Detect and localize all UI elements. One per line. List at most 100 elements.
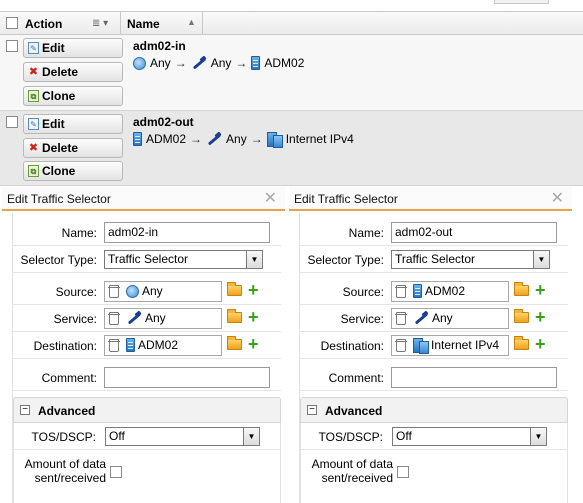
top-toolbar-strip [0, 0, 583, 10]
amount-label: Amount of data sent/received [312, 457, 393, 485]
source-value: Any [126, 284, 163, 298]
chevron-down-icon[interactable]: ▼ [533, 251, 549, 268]
table-row[interactable]: ✎ Edit ✖ Delete ⧉ Clone adm02-in Any → Any … [0, 35, 583, 111]
plus-icon[interactable]: + [535, 307, 546, 327]
advanced-section-header[interactable]: − Advanced [300, 397, 568, 423]
destination-field[interactable]: Internet IPv4 [391, 335, 509, 356]
advanced-section-body: TOS/DSCP: Off ▼ Amount of data sent/rece… [300, 423, 568, 503]
folder-icon[interactable] [514, 282, 529, 296]
dialog-title-bar[interactable]: Edit Traffic Selector ✕ [289, 187, 572, 211]
amount-label-line1: Amount of data [24, 457, 106, 471]
service-icon [126, 311, 142, 325]
tos-select[interactable]: Off ▼ [392, 427, 547, 446]
table-row[interactable]: ✎ Edit ✖ Delete ⧉ Clone adm02-out ADM02 → A… [0, 111, 583, 186]
folder-icon[interactable] [227, 336, 242, 350]
edit-icon: ✎ [28, 118, 39, 130]
source-value-text: Any [142, 284, 163, 298]
tos-select[interactable]: Off ▼ [105, 427, 260, 446]
selector-type-row: Selector Type: Traffic Selector ▼ [300, 246, 568, 273]
chevron-down-icon[interactable]: ▼ [243, 428, 259, 445]
select-all-checkbox[interactable] [6, 17, 18, 29]
delete-button-label: Delete [42, 65, 79, 79]
service-field[interactable]: Any [391, 308, 509, 329]
server-icon [251, 56, 261, 70]
trash-icon[interactable] [395, 285, 407, 298]
destination-value: ADM02 [126, 338, 178, 352]
destination-value-text: Internet IPv4 [431, 338, 500, 352]
plus-icon[interactable]: + [248, 280, 259, 300]
plus-icon[interactable]: + [535, 334, 546, 354]
folder-icon[interactable] [514, 336, 529, 350]
source-row: Source: Any + [13, 278, 281, 305]
selector-type-select[interactable]: Traffic Selector ▼ [391, 250, 550, 269]
plus-icon[interactable]: + [248, 307, 259, 327]
collapse-icon[interactable]: − [20, 405, 30, 415]
tos-row: TOS/DSCP: Off ▼ [301, 423, 567, 450]
amount-checkbox[interactable] [110, 466, 122, 478]
delete-icon: ✖ [28, 142, 39, 154]
folder-icon[interactable] [227, 309, 242, 323]
service-label: Service: [53, 312, 97, 326]
destination-field[interactable]: ADM02 [104, 335, 222, 356]
delete-button[interactable]: ✖ Delete [23, 138, 123, 158]
clone-button-label: Clone [42, 89, 76, 103]
trash-icon[interactable] [108, 312, 120, 325]
folder-icon[interactable] [227, 282, 242, 296]
plus-icon[interactable]: + [248, 334, 259, 354]
advanced-section-header[interactable]: − Advanced [13, 397, 281, 423]
name-label: Name: [348, 226, 384, 240]
clone-icon: ⧉ [28, 165, 39, 177]
flow-arrow: → [190, 132, 203, 146]
name-field[interactable]: adm02-out [391, 222, 557, 243]
dialog-title-bar[interactable]: Edit Traffic Selector ✕ [2, 187, 285, 211]
column-menu-icon[interactable]: ≣ ▾ [92, 18, 114, 30]
trash-icon[interactable] [108, 339, 120, 352]
source-value: ADM02 [413, 284, 465, 298]
toolbar-button-stub[interactable] [494, 0, 549, 4]
dialog-body: Name: adm02-in Selector Type: Traffic Se… [12, 213, 281, 503]
trash-icon[interactable] [108, 285, 120, 298]
edit-button[interactable]: ✎ Edit [23, 114, 123, 134]
trash-icon[interactable] [395, 339, 407, 352]
row-checkbox[interactable] [6, 116, 18, 128]
column-divider [120, 12, 121, 35]
chevron-down-icon[interactable]: ▼ [530, 428, 546, 445]
comment-field[interactable] [391, 367, 557, 388]
selector-type-select[interactable]: Traffic Selector ▼ [104, 250, 263, 269]
column-header-name[interactable]: Name [127, 17, 160, 31]
sort-ascending-icon[interactable]: ▲ [187, 17, 196, 27]
clone-button-label: Clone [42, 164, 76, 178]
flow-arrow: → [174, 56, 187, 70]
advanced-section-body: TOS/DSCP: Off ▼ Amount of data sent/rece… [13, 423, 281, 503]
tos-value: Off [109, 429, 125, 443]
trash-icon[interactable] [395, 312, 407, 325]
row-flow: Any → Any → ADM02 [133, 56, 304, 70]
server-icon [413, 284, 422, 298]
collapse-icon[interactable]: − [307, 405, 317, 415]
close-icon[interactable]: ✕ [264, 187, 277, 211]
clone-button[interactable]: ⧉ Clone [23, 161, 123, 181]
row-name: adm02-out [133, 115, 194, 129]
clone-button[interactable]: ⧉ Clone [23, 86, 123, 106]
plus-icon[interactable]: + [535, 280, 546, 300]
folder-icon[interactable] [514, 309, 529, 323]
comment-field[interactable] [104, 367, 270, 388]
row-checkbox[interactable] [6, 40, 18, 52]
comment-label: Comment: [328, 371, 384, 385]
name-row: Name: adm02-in [13, 219, 281, 246]
column-header-action[interactable]: Action [25, 17, 62, 31]
source-field[interactable]: Any [104, 281, 222, 302]
service-field[interactable]: Any [104, 308, 222, 329]
edit-button[interactable]: ✎ Edit [23, 38, 123, 58]
destination-value: Internet IPv4 [413, 338, 500, 354]
advanced-label: Advanced [325, 404, 383, 418]
source-field[interactable]: ADM02 [391, 281, 509, 302]
close-icon[interactable]: ✕ [551, 187, 564, 211]
delete-button[interactable]: ✖ Delete [23, 62, 123, 82]
amount-label-line1: Amount of data [311, 457, 393, 471]
amount-checkbox[interactable] [397, 466, 409, 478]
edit-button-label: Edit [42, 117, 65, 131]
name-field[interactable]: adm02-in [104, 222, 270, 243]
chevron-down-icon[interactable]: ▼ [246, 251, 262, 268]
service-icon [191, 56, 207, 70]
